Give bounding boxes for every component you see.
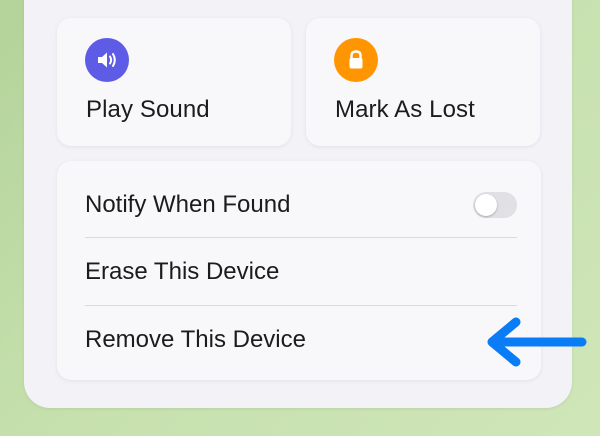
remove-this-device-button[interactable]: Remove This Device: [57, 306, 541, 374]
remove-this-device-label: Remove This Device: [85, 326, 306, 353]
toggle-knob: [475, 194, 497, 216]
erase-this-device-label: Erase This Device: [85, 258, 280, 285]
play-sound-button[interactable]: Play Sound: [57, 18, 291, 146]
left-arrow-icon: [487, 317, 587, 367]
mark-as-lost-button[interactable]: Mark As Lost: [306, 18, 540, 146]
notify-when-found-row: Notify When Found: [57, 171, 541, 239]
speaker-icon: [85, 38, 129, 82]
notify-when-found-toggle[interactable]: [473, 192, 517, 218]
mark-as-lost-label: Mark As Lost: [335, 96, 475, 123]
lock-icon: [334, 38, 378, 82]
notify-when-found-label: Notify When Found: [85, 191, 291, 218]
device-settings-list: Notify When Found Erase This Device Remo…: [57, 161, 541, 380]
erase-this-device-button[interactable]: Erase This Device: [57, 238, 541, 306]
play-sound-label: Play Sound: [86, 96, 210, 123]
